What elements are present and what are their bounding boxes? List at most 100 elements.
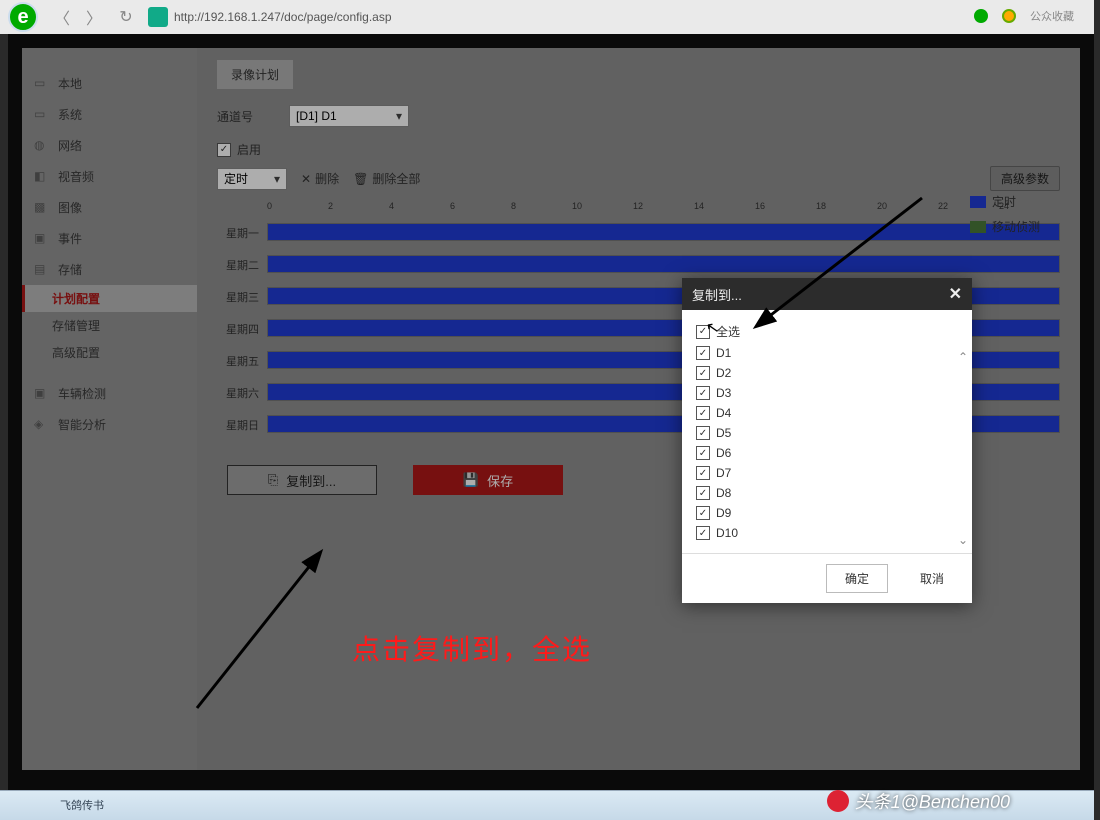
dialog-channel-item[interactable]: ✓D9 bbox=[696, 503, 958, 523]
dialog-title: 复制到... bbox=[692, 285, 742, 304]
tab-record-plan[interactable]: 录像计划 bbox=[217, 60, 293, 89]
shield-icon bbox=[148, 7, 168, 27]
tick-label: 0 bbox=[267, 201, 328, 211]
schedule-day-label: 星期五 bbox=[217, 353, 267, 369]
copy-icon: ⎘ bbox=[268, 472, 278, 488]
schedule-day-label: 星期四 bbox=[217, 321, 267, 337]
channel-label: D1 bbox=[716, 346, 731, 360]
browser-logo-icon: e bbox=[8, 2, 38, 32]
channel-checkbox[interactable]: ✓ bbox=[696, 506, 710, 520]
event-icon: ▣ bbox=[34, 231, 50, 247]
sidebar-item-smart[interactable]: ◈智能分析 bbox=[22, 409, 197, 440]
nav-reload-icon[interactable]: ↻ bbox=[112, 3, 140, 31]
sidebar-sub-schedule[interactable]: 计划配置 bbox=[22, 285, 197, 312]
channel-label: D3 bbox=[716, 386, 731, 400]
channel-checkbox[interactable]: ✓ bbox=[696, 446, 710, 460]
monitor-icon: ▭ bbox=[34, 76, 50, 92]
channel-label: D4 bbox=[716, 406, 731, 420]
enable-label: 启用 bbox=[237, 141, 261, 158]
save-icon: 💾 bbox=[463, 472, 479, 488]
annotation-arrow-1 bbox=[752, 188, 952, 358]
channel-label: 通道号 bbox=[217, 108, 277, 125]
dialog-channel-item[interactable]: ✓ D3 bbox=[696, 383, 958, 403]
channel-label: D8 bbox=[716, 486, 731, 500]
tick-label: 8 bbox=[511, 201, 572, 211]
channel-row: 通道号 [D1] D1 bbox=[217, 105, 1060, 127]
annotation-arrow-2 bbox=[182, 548, 362, 718]
url-text[interactable]: http://192.168.1.247/doc/page/config.asp bbox=[174, 10, 392, 24]
channel-label: D7 bbox=[716, 466, 731, 480]
bookmark-label[interactable]: 公众收藏 bbox=[1030, 8, 1074, 24]
dialog-channel-item[interactable]: ✓ D8 bbox=[696, 483, 958, 503]
extension-icon[interactable] bbox=[1002, 9, 1016, 23]
channel-checkbox[interactable]: ✓ bbox=[696, 346, 710, 360]
gear-icon: ▭ bbox=[34, 107, 50, 123]
tick-label: 12 bbox=[633, 201, 694, 211]
car-icon: ▣ bbox=[34, 386, 50, 402]
image-icon: ▩ bbox=[34, 200, 50, 216]
channel-checkbox[interactable]: ✓ bbox=[696, 406, 710, 420]
sidebar-item-system[interactable]: ▭系统 bbox=[22, 99, 197, 130]
sidebar-item-network[interactable]: ◍网络 bbox=[22, 130, 197, 161]
schedule-day-label: 星期一 bbox=[217, 225, 267, 241]
legend: 定时 移动侦测 bbox=[970, 193, 1040, 235]
nav-forward-icon[interactable]: 〉 bbox=[80, 3, 108, 31]
sidebar-item-av[interactable]: ◧视音频 bbox=[22, 161, 197, 192]
watermark-logo-icon bbox=[827, 790, 849, 812]
tick-label: 4 bbox=[389, 201, 450, 211]
record-type-select[interactable]: 定时 bbox=[217, 168, 287, 190]
sidebar-item-local[interactable]: ▭本地 bbox=[22, 68, 197, 99]
dialog-cancel-button[interactable]: 取消 bbox=[902, 564, 962, 593]
sidebar-item-image[interactable]: ▩图像 bbox=[22, 192, 197, 223]
delete-all-link[interactable]: 🗑删除全部 bbox=[353, 170, 420, 187]
channel-checkbox[interactable]: ✓ bbox=[696, 526, 710, 540]
dialog-channel-item[interactable]: ✓ D2 bbox=[696, 363, 958, 383]
tick-label: 10 bbox=[572, 201, 633, 211]
sidebar: ▭本地 ▭系统 ◍网络 ◧视音频 ▩图像 ▣事件 ▤存储 计划配置 存储管理 高… bbox=[22, 48, 197, 770]
schedule-day-label: 星期三 bbox=[217, 289, 267, 305]
channel-label: D6 bbox=[716, 446, 731, 460]
save-button[interactable]: 💾保存 bbox=[413, 465, 563, 495]
channel-checkbox[interactable]: ✓ bbox=[696, 386, 710, 400]
sidebar-item-event[interactable]: ▣事件 bbox=[22, 223, 197, 254]
dialog-confirm-button[interactable]: 确定 bbox=[826, 564, 888, 593]
enable-checkbox[interactable]: ✓ bbox=[217, 143, 231, 157]
enable-row[interactable]: ✓ 启用 bbox=[217, 141, 1060, 158]
dialog-channel-item[interactable]: ✓ D7 bbox=[696, 463, 958, 483]
storage-icon: ▤ bbox=[34, 262, 50, 278]
channel-label: D2 bbox=[716, 366, 731, 380]
copy-to-button[interactable]: ⎘复制到... bbox=[227, 465, 377, 495]
tick-label: 14 bbox=[694, 201, 755, 211]
dialog-channel-item[interactable]: ✓ D4 bbox=[696, 403, 958, 423]
dialog-channel-item[interactable]: ✓ D10 bbox=[696, 523, 958, 543]
sidebar-item-storage[interactable]: ▤存储 bbox=[22, 254, 197, 285]
dialog-footer: 确定 取消 bbox=[682, 553, 972, 603]
schedule-day-label: 星期六 bbox=[217, 385, 267, 401]
nav-back-icon[interactable]: 〈 bbox=[48, 3, 76, 31]
monitor-frame: ▭本地 ▭系统 ◍网络 ◧视音频 ▩图像 ▣事件 ▤存储 计划配置 存储管理 高… bbox=[8, 34, 1094, 790]
sidebar-item-vehicle[interactable]: ▣车辆检测 bbox=[22, 378, 197, 409]
scroll-down-icon[interactable]: ⌄ bbox=[958, 533, 968, 547]
dialog-channel-item[interactable]: ✓ D5 bbox=[696, 423, 958, 443]
channel-label: D5 bbox=[716, 426, 731, 440]
channel-checkbox[interactable]: ✓ bbox=[696, 486, 710, 500]
trash-icon: 🗑 bbox=[353, 172, 368, 186]
channel-checkbox[interactable]: ✓ bbox=[696, 426, 710, 440]
schedule-day-label: 星期二 bbox=[217, 257, 267, 273]
channel-checkbox[interactable]: ✓ bbox=[696, 466, 710, 480]
x-icon: ✕ bbox=[301, 172, 311, 186]
advanced-params-button[interactable]: 高级参数 bbox=[990, 166, 1060, 191]
browser-chrome: e 〈 〉 ↻ http://192.168.1.247/doc/page/co… bbox=[0, 0, 1094, 34]
scroll-up-icon[interactable]: ⌃ bbox=[958, 350, 968, 364]
channel-label: D10 bbox=[716, 526, 738, 540]
sidebar-sub-manage[interactable]: 存储管理 bbox=[22, 312, 197, 339]
sidebar-sub-advanced[interactable]: 高级配置 bbox=[22, 339, 197, 366]
tick-label: 6 bbox=[450, 201, 511, 211]
delete-link[interactable]: ✕删除 bbox=[301, 170, 339, 187]
channel-checkbox[interactable]: ✓ bbox=[696, 366, 710, 380]
dialog-channel-item[interactable]: ✓ D6 bbox=[696, 443, 958, 463]
channel-select[interactable]: [D1] D1 bbox=[289, 105, 409, 127]
taskbar-item[interactable]: 飞鸽传书 bbox=[60, 797, 104, 813]
annotation-text: 点击复制到，全选 bbox=[352, 628, 592, 668]
legend-timed: 定时 bbox=[970, 193, 1040, 210]
